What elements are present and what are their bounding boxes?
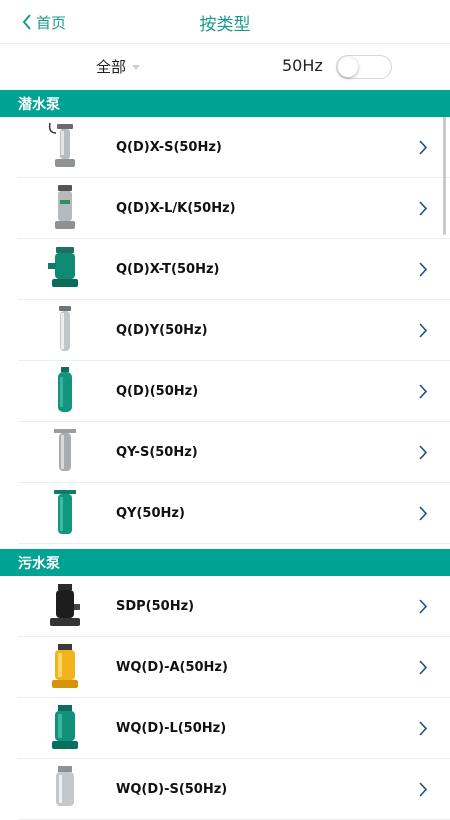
category-dropdown[interactable]: 全部 (96, 56, 141, 77)
pump-thumbnail (54, 490, 76, 534)
chevron-right-icon (419, 660, 428, 675)
chevron-right-icon (419, 721, 428, 736)
pump-thumbnail (52, 705, 78, 749)
pump-thumbnail (48, 122, 75, 167)
scrollbar[interactable] (443, 117, 446, 235)
pump-thumbnail (58, 367, 72, 412)
pump-thumbnail (50, 584, 80, 626)
item-label: SDP(50Hz) (116, 599, 195, 614)
frequency-label: 50Hz (282, 56, 323, 75)
section-header-submersible: 潜水泵 (0, 90, 450, 117)
list-item[interactable]: WQ(D)-S(50Hz) (18, 759, 450, 820)
list-item[interactable]: SDP(50Hz) (18, 576, 450, 637)
pump-thumbnail (54, 429, 76, 471)
list-item[interactable]: Q(D)Y(50Hz) (18, 300, 450, 361)
pump-thumbnail (56, 766, 74, 806)
list-item[interactable]: Q(D)X-L/K(50Hz) (18, 178, 450, 239)
item-label: QY(50Hz) (116, 506, 185, 521)
item-label: QY-S(50Hz) (116, 445, 198, 460)
item-label: Q(D)Y(50Hz) (116, 323, 208, 338)
category-value: 全部 (96, 58, 127, 76)
chevron-right-icon (419, 262, 428, 277)
chevron-right-icon (419, 599, 428, 614)
toggle-knob (338, 57, 358, 77)
list-item[interactable]: WQ(D)-A(50Hz) (18, 637, 450, 698)
pump-thumbnail (55, 185, 75, 229)
section-header-sewage: 污水泵 (0, 549, 450, 576)
chevron-right-icon (419, 384, 428, 399)
item-label: WQ(D)-A(50Hz) (116, 660, 228, 675)
chevron-right-icon (419, 445, 428, 460)
frequency-toggle[interactable] (336, 55, 392, 79)
chevron-right-icon (419, 782, 428, 797)
chevron-right-icon (419, 201, 428, 216)
item-label: Q(D)X-L/K(50Hz) (116, 201, 236, 216)
pump-thumbnail (48, 247, 78, 287)
list-item[interactable]: Q(D)X-T(50Hz) (18, 239, 450, 300)
chevron-right-icon (419, 140, 428, 155)
list-item[interactable]: Q(D)X-S(50Hz) (18, 117, 450, 178)
top-bar: 首页 按类型 (0, 0, 450, 44)
pump-thumbnail (52, 644, 78, 688)
item-label: WQ(D)-L(50Hz) (116, 721, 227, 736)
page-title: 按类型 (199, 15, 251, 35)
item-label: Q(D)X-T(50Hz) (116, 262, 220, 277)
item-label: Q(D)X-S(50Hz) (116, 140, 222, 155)
list-item[interactable]: WQ(D)-L(50Hz) (18, 698, 450, 759)
caret-down-icon (132, 65, 141, 70)
list-item[interactable]: QY-S(50Hz) (18, 422, 450, 483)
list-item[interactable]: QY(50Hz) (18, 483, 450, 544)
item-label: Q(D)(50Hz) (116, 384, 199, 399)
filter-bar: 全部 50Hz (0, 44, 450, 90)
pump-thumbnail (59, 306, 71, 351)
chevron-right-icon (419, 506, 428, 521)
item-label: WQ(D)-S(50Hz) (116, 782, 228, 797)
chevron-right-icon (419, 323, 428, 338)
list-item[interactable]: Q(D)(50Hz) (18, 361, 450, 422)
